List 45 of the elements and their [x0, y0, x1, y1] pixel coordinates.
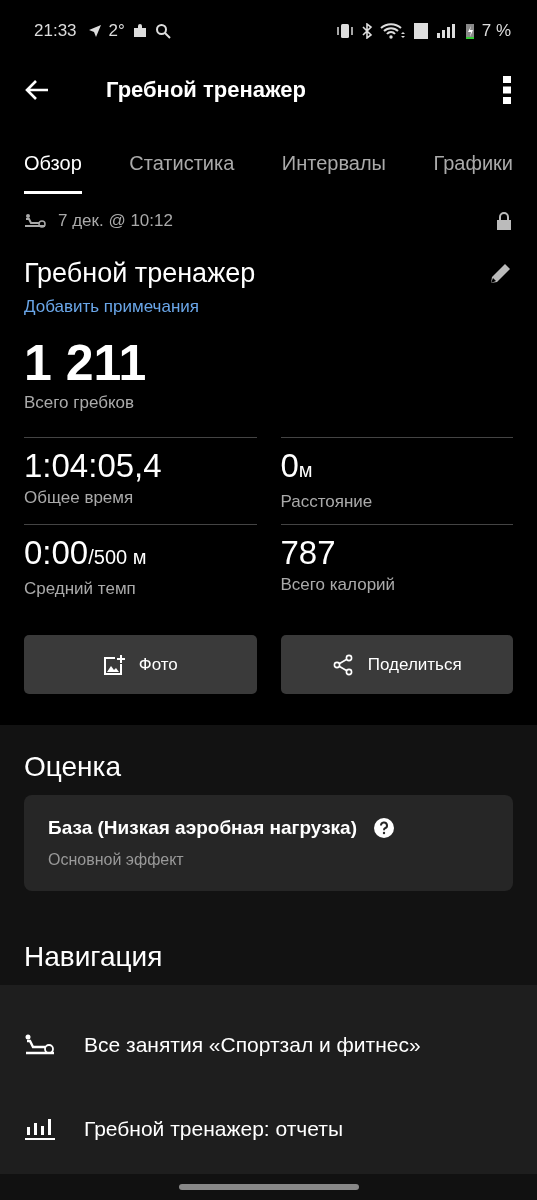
- stat-label: Всего калорий: [280, 575, 397, 595]
- stat-value: 1:04:05,4: [24, 446, 163, 486]
- section-heading: Навигация: [23, 941, 164, 973]
- status-time: 21:33: [34, 21, 77, 41]
- search-icon: [154, 23, 171, 39]
- temperature: 2°: [108, 21, 125, 41]
- section-heading: Оценка: [23, 751, 122, 783]
- stat-label: Общее время: [24, 488, 135, 508]
- lock-icon: [495, 211, 513, 231]
- battery-icon: [464, 22, 475, 40]
- stat-label: Всего гребков: [24, 393, 136, 413]
- help-icon[interactable]: [373, 817, 395, 839]
- activity-date: 7 дек. @ 10:12: [58, 211, 173, 231]
- tab[interactable]: Графики: [433, 140, 513, 194]
- stat-value: 787: [280, 533, 337, 573]
- back-button[interactable]: [24, 79, 50, 101]
- rating-subtitle: Основной эффект: [48, 851, 185, 869]
- share-icon: [331, 653, 354, 676]
- stat-value: 0м: [280, 446, 314, 486]
- stat-label: Средний темп: [24, 579, 137, 599]
- rowing-icon: [24, 1034, 56, 1056]
- stat-value: 0:00/500 м: [24, 533, 148, 573]
- rowing-icon: [24, 214, 46, 228]
- tab[interactable]: Статистика: [129, 140, 235, 194]
- tab[interactable]: Обзор: [24, 140, 82, 194]
- tab[interactable]: Интервалы: [281, 140, 386, 194]
- signal-icon: [435, 23, 458, 39]
- add-image-icon: [102, 653, 125, 676]
- more-menu-button[interactable]: [503, 76, 511, 104]
- screen-title: Гребной тренажер: [106, 77, 307, 103]
- location-arrow-icon: [87, 24, 102, 38]
- vibrate-icon: [335, 23, 354, 39]
- photo-button[interactable]: Фото: [24, 635, 257, 694]
- rating-title: База (Низкая аэробная нагрузка): [48, 817, 357, 839]
- stroke-count: 1 211: [24, 335, 148, 391]
- bluetooth-icon: [360, 23, 373, 39]
- bar-chart-icon: [24, 1117, 56, 1141]
- share-button[interactable]: Поделиться: [280, 635, 513, 694]
- activity-title: Гребной тренажер: [24, 258, 256, 289]
- navigation-item[interactable]: Гребной тренажер: отчеты: [0, 1087, 537, 1171]
- stat-label: Расстояние: [280, 492, 374, 512]
- navigation-item[interactable]: Все занятия «Спортзал и фитнес»: [0, 1003, 537, 1087]
- wifi-icon: [379, 22, 406, 40]
- battery-percent: 7 %: [481, 21, 511, 41]
- add-notes-link[interactable]: Добавить примечания: [24, 297, 199, 317]
